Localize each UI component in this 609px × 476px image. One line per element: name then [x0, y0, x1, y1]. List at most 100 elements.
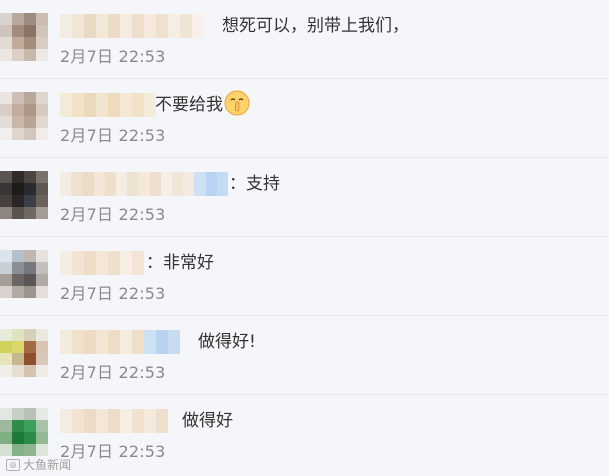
comment-item: ：非常好 2月7日 22:53 [0, 237, 609, 316]
name-blur-block [156, 330, 168, 354]
avatar-pixel [24, 420, 36, 432]
avatar-pixel [12, 262, 24, 274]
commenter-name-blurred[interactable] [60, 93, 156, 117]
avatar-pixel [0, 274, 12, 286]
avatar-pixel [12, 250, 24, 262]
name-blur-block [156, 409, 168, 433]
name-blur-block [149, 172, 161, 196]
name-blur-block [72, 14, 84, 38]
commenter-name-blurred[interactable] [60, 330, 180, 354]
avatar-pixel [12, 104, 24, 116]
comment-time: 2月7日 22:53 [60, 284, 166, 303]
name-blur-block [120, 251, 132, 275]
avatar[interactable] [0, 171, 48, 219]
comment-item: 不要给我 2月7日 22:53 [0, 79, 609, 158]
name-blur-block [60, 251, 72, 275]
avatar-pixel [36, 49, 48, 61]
name-blur-block [127, 172, 139, 196]
commenter-name-blurred[interactable] [60, 409, 168, 433]
avatar-pixel [0, 444, 12, 456]
avatar-pixel [0, 104, 12, 116]
avatar-pixel [36, 128, 48, 140]
name-blur-block [216, 172, 228, 196]
avatar-pixel [24, 49, 36, 61]
name-blur-block [183, 172, 195, 196]
name-blur-block [160, 172, 173, 196]
avatar-pixel [24, 286, 36, 298]
name-blur-block [96, 409, 108, 433]
avatar[interactable] [0, 13, 48, 61]
avatar-pixel [0, 329, 12, 341]
watermark-text: 大鱼新闻 [23, 458, 72, 472]
avatar[interactable] [0, 250, 48, 298]
avatar-pixel [36, 262, 48, 274]
avatar-pixel [12, 171, 24, 183]
avatar-pixel [24, 207, 36, 219]
name-blur-block [93, 172, 105, 196]
avatar-pixel [36, 420, 48, 432]
name-blur-block [108, 93, 120, 117]
name-blur-block [192, 14, 204, 38]
name-blur-block [156, 14, 168, 38]
avatar-pixel [12, 432, 24, 444]
name-blur-block [180, 14, 192, 38]
avatar-pixel [12, 13, 24, 25]
avatar-pixel [0, 37, 12, 49]
avatar-pixel [36, 329, 48, 341]
name-blur-block [84, 93, 96, 117]
name-blur-block [72, 93, 84, 117]
name-blur-block [120, 14, 132, 38]
name-blur-block [168, 330, 180, 354]
avatar-pixel [0, 195, 12, 207]
watermark: ◎ 大鱼新闻 [6, 456, 71, 473]
comment-text: 想死可以，别带上我们， [222, 16, 409, 36]
avatar-pixel [12, 37, 24, 49]
avatar-pixel [0, 207, 12, 219]
avatar[interactable] [0, 329, 48, 377]
avatar-pixel [36, 195, 48, 207]
avatar-pixel [0, 13, 12, 25]
name-blur-block [108, 14, 120, 38]
avatar-pixel [36, 353, 48, 365]
avatar-pixel [12, 444, 24, 456]
name-blur-block [144, 409, 156, 433]
avatar-pixel [24, 116, 36, 128]
commenter-name-blurred[interactable] [60, 172, 228, 196]
comment-time: 2月7日 22:53 [60, 47, 166, 66]
comment-text: ：支持 [229, 174, 280, 194]
avatar-pixel [24, 13, 36, 25]
avatar-pixel [24, 365, 36, 377]
avatar-pixel [0, 408, 12, 420]
name-blur-block [72, 251, 84, 275]
comment-item: 做得好! 2月7日 22:53 [0, 316, 609, 395]
name-blur-block [104, 172, 117, 196]
avatar-pixel [12, 365, 24, 377]
commenter-name-blurred[interactable] [60, 14, 206, 38]
name-blur-block [84, 251, 96, 275]
avatar[interactable] [0, 408, 48, 456]
name-blur-block [132, 93, 144, 117]
name-blur-block [84, 409, 96, 433]
avatar-pixel [36, 444, 48, 456]
comment-text: ：非常好 [146, 253, 214, 273]
avatar[interactable] [0, 92, 48, 140]
name-blur-block [84, 14, 96, 38]
comment-text: 做得好! [198, 332, 256, 352]
avatar-pixel [36, 92, 48, 104]
comment-text-row: 不要给我 [155, 90, 250, 119]
avatar-pixel [36, 207, 48, 219]
name-blur-block [132, 251, 144, 275]
name-blur-block [132, 409, 144, 433]
avatar-pixel [0, 262, 12, 274]
avatar-pixel [36, 286, 48, 298]
avatar-pixel [0, 353, 12, 365]
avatar-pixel [36, 116, 48, 128]
name-blur-block [120, 93, 132, 117]
comment-text: 不要给我 [155, 95, 223, 115]
name-blur-block [144, 330, 156, 354]
commenter-name-blurred[interactable] [60, 251, 146, 275]
avatar-pixel [0, 365, 12, 377]
comment-time: 2月7日 22:53 [60, 442, 166, 461]
avatar-pixel [12, 183, 24, 195]
avatar-pixel [24, 274, 36, 286]
